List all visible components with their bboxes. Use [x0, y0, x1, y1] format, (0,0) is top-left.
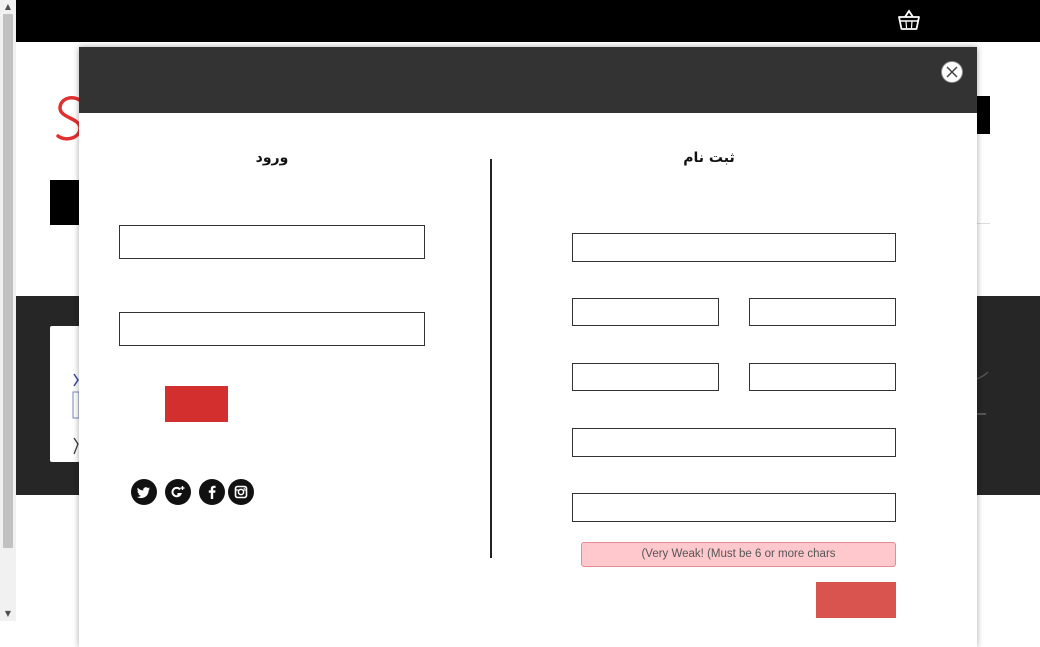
- register-submit-button[interactable]: [816, 582, 896, 618]
- register-password-input[interactable]: [572, 493, 896, 522]
- register-username-input[interactable]: [572, 428, 896, 457]
- site-top-bar: [16, 0, 1040, 42]
- login-title: ورود: [255, 150, 289, 166]
- register-email-input[interactable]: [572, 233, 896, 262]
- register-first-name-input[interactable]: [749, 298, 896, 326]
- scrollbar-thumb[interactable]: [3, 14, 13, 548]
- scroll-up-arrow-icon[interactable]: ▲: [0, 0, 16, 14]
- auth-modal: ورود ثبت نام (Very Weak! (Must be 6 or m…: [79, 47, 977, 647]
- scroll-down-arrow-icon[interactable]: ▼: [0, 607, 16, 621]
- password-strength-indicator: (Very Weak! (Must be 6 or more chars: [581, 542, 896, 567]
- register-title: ثبت نام: [683, 150, 735, 166]
- twitter-icon[interactable]: [131, 479, 157, 505]
- register-phone-input[interactable]: [572, 363, 719, 391]
- page-scrollbar[interactable]: ▲ ▼: [0, 0, 16, 621]
- instagram-icon[interactable]: [228, 479, 254, 505]
- login-submit-button[interactable]: [165, 386, 228, 422]
- google-plus-icon[interactable]: [165, 479, 191, 505]
- register-mobile-input[interactable]: [749, 363, 896, 391]
- basket-icon[interactable]: [896, 8, 922, 32]
- facebook-icon[interactable]: [199, 479, 225, 505]
- column-divider: [490, 159, 492, 558]
- login-username-input[interactable]: [119, 225, 425, 259]
- login-password-input[interactable]: [119, 312, 425, 346]
- modal-header: [79, 47, 977, 113]
- register-last-name-input[interactable]: [572, 298, 719, 326]
- close-icon[interactable]: [941, 61, 963, 83]
